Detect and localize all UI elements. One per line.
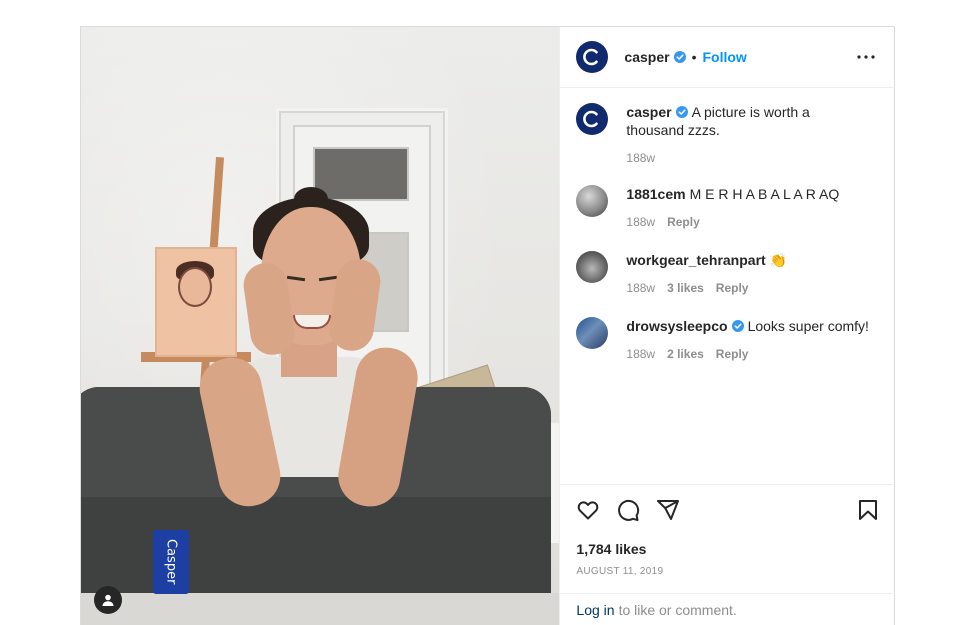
post-date[interactable]: August 11, 2019: [576, 566, 663, 577]
post-container: Casper casper • Follow casper A picture …: [80, 26, 895, 625]
caption-row: casper A picture is worth a thousand zzzs…: [576, 103, 876, 167]
verified-badge-icon: [673, 51, 686, 63]
comment-time[interactable]: 188w: [626, 345, 655, 363]
comment-text: Looks super comfy!: [747, 318, 869, 334]
comment-row: 1881cem M E R H A B A L A R AQ 188w Reply: [576, 185, 876, 231]
more-options-icon: [857, 55, 876, 59]
user-tag-button[interactable]: [94, 586, 122, 614]
comment-row: drowsysleepco Looks super comfy! 188w 2 l…: [576, 317, 876, 363]
comment-time[interactable]: 188w: [626, 279, 655, 297]
caption-avatar[interactable]: [576, 103, 609, 135]
commenter-avatar[interactable]: [576, 251, 609, 283]
casper-logo-icon: [583, 48, 599, 66]
comment-reply-button[interactable]: Reply: [716, 279, 749, 297]
save-icon[interactable]: [856, 498, 880, 522]
photo-floor: [81, 593, 560, 625]
author-username[interactable]: casper: [624, 49, 669, 65]
likes-count[interactable]: 1,784 likes: [576, 541, 646, 557]
follow-button[interactable]: Follow: [702, 49, 746, 65]
comment-username[interactable]: 1881cem: [626, 186, 685, 202]
post-side-panel: casper • Follow casper A picture is wort…: [559, 27, 895, 625]
caption-time[interactable]: 188w: [626, 149, 655, 167]
login-prompt: Log in to like or comment.: [560, 593, 895, 625]
comment-icon[interactable]: [616, 498, 640, 522]
post-photo[interactable]: Casper: [81, 27, 560, 625]
post-actions: [560, 484, 895, 536]
comment-row: workgear_tehranpart 👏 188w 3 likes Reply: [576, 251, 876, 297]
caption-username[interactable]: casper: [626, 104, 671, 120]
more-options-button[interactable]: [854, 47, 878, 67]
comment-time[interactable]: 188w: [626, 213, 655, 231]
comment-text: M E R H A B A L A R AQ: [689, 186, 840, 202]
commenter-avatar[interactable]: [576, 317, 609, 349]
user-tag-icon: [102, 594, 114, 606]
header-separator: •: [691, 49, 697, 65]
verified-badge-icon: [731, 320, 744, 332]
comment-likes[interactable]: 2 likes: [667, 345, 704, 363]
comment-username[interactable]: drowsysleepco: [626, 318, 727, 334]
comment-reply-button[interactable]: Reply: [667, 213, 700, 231]
share-icon[interactable]: [656, 498, 680, 522]
comments-list: casper A picture is worth a thousand zzzs…: [560, 89, 894, 484]
comment-reply-button[interactable]: Reply: [716, 345, 749, 363]
like-icon[interactable]: [576, 498, 600, 522]
login-link[interactable]: Log in: [576, 602, 614, 618]
clapping-hands-icon: 👏: [769, 252, 788, 268]
casper-logo-icon: [583, 110, 599, 128]
comment-username[interactable]: workgear_tehranpart: [626, 252, 765, 268]
photo-painting-face: [178, 267, 212, 307]
post-header: casper • Follow: [560, 27, 895, 88]
commenter-avatar[interactable]: [576, 185, 609, 217]
comment-likes[interactable]: 3 likes: [667, 279, 704, 297]
photo-door-window: [313, 147, 409, 201]
verified-badge-icon: [675, 106, 688, 118]
login-prompt-text: to like or comment.: [618, 602, 737, 618]
photo-mattress-label-text: Casper: [163, 539, 179, 585]
author-avatar[interactable]: [576, 41, 609, 73]
